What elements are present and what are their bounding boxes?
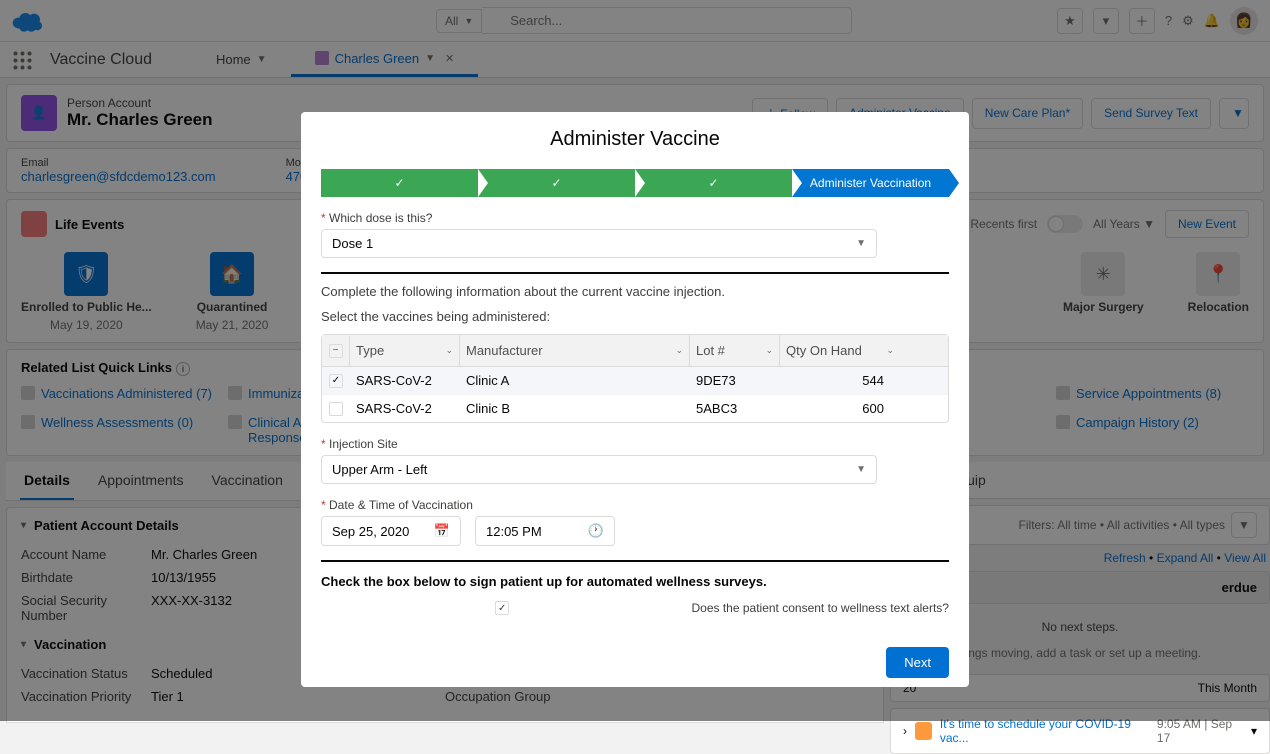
row-checkbox[interactable]: ✓ [329,374,343,388]
select-all-checkbox[interactable] [329,344,343,358]
injection-site-label: Injection Site [321,437,949,451]
path-step-current[interactable]: Administer Vaccination [792,169,949,197]
modal-backdrop: ✕ Administer Vaccine ✓ ✓ ✓ Administer Va… [0,0,1270,721]
vaccine-table: Type⌄ Manufacturer⌄ Lot #⌄ Qty On Hand⌄ … [321,334,949,423]
dose-select[interactable]: Dose 1▼ [321,229,877,258]
email-icon [915,722,932,740]
col-qty[interactable]: Qty On Hand⌄ [780,335,900,366]
col-manufacturer[interactable]: Manufacturer⌄ [460,335,690,366]
path-step-complete[interactable]: ✓ [478,169,635,197]
dose-question-label: Which dose is this? [321,211,949,225]
col-lot[interactable]: Lot #⌄ [690,335,780,366]
table-row[interactable]: ✓ SARS-CoV-2 Clinic A 9DE73 544 [322,367,948,395]
date-input[interactable]: Sep 25, 2020📅 [321,516,461,546]
administer-vaccine-modal: ✕ Administer Vaccine ✓ ✓ ✓ Administer Va… [301,112,969,687]
consent-checkbox[interactable]: ✓ [495,601,509,615]
chevron-down-icon[interactable]: ▾ [1251,724,1257,738]
injection-site-select[interactable]: Upper Arm - Left▼ [321,455,877,484]
next-button[interactable]: Next [886,647,949,678]
progress-path: ✓ ✓ ✓ Administer Vaccination [321,169,949,197]
path-step-complete[interactable]: ✓ [635,169,792,197]
chevron-down-icon: ▼ [856,238,866,249]
path-step-complete[interactable]: ✓ [321,169,478,197]
datetime-label: Date & Time of Vaccination [321,498,949,512]
modal-title: Administer Vaccine [301,112,969,169]
chevron-right-icon: › [903,724,907,738]
clock-icon: 🕐 [588,523,604,539]
table-row[interactable]: SARS-CoV-2 Clinic B 5ABC3 600 [322,395,948,422]
col-type[interactable]: Type⌄ [350,335,460,366]
time-input[interactable]: 12:05 PM🕐 [475,516,615,546]
chevron-down-icon: ▼ [856,464,866,475]
row-checkbox[interactable] [329,402,343,416]
close-icon[interactable]: ✕ [957,112,969,118]
consent-row[interactable]: ✓Does the patient consent to wellness te… [321,601,949,615]
calendar-icon: 📅 [434,523,450,539]
